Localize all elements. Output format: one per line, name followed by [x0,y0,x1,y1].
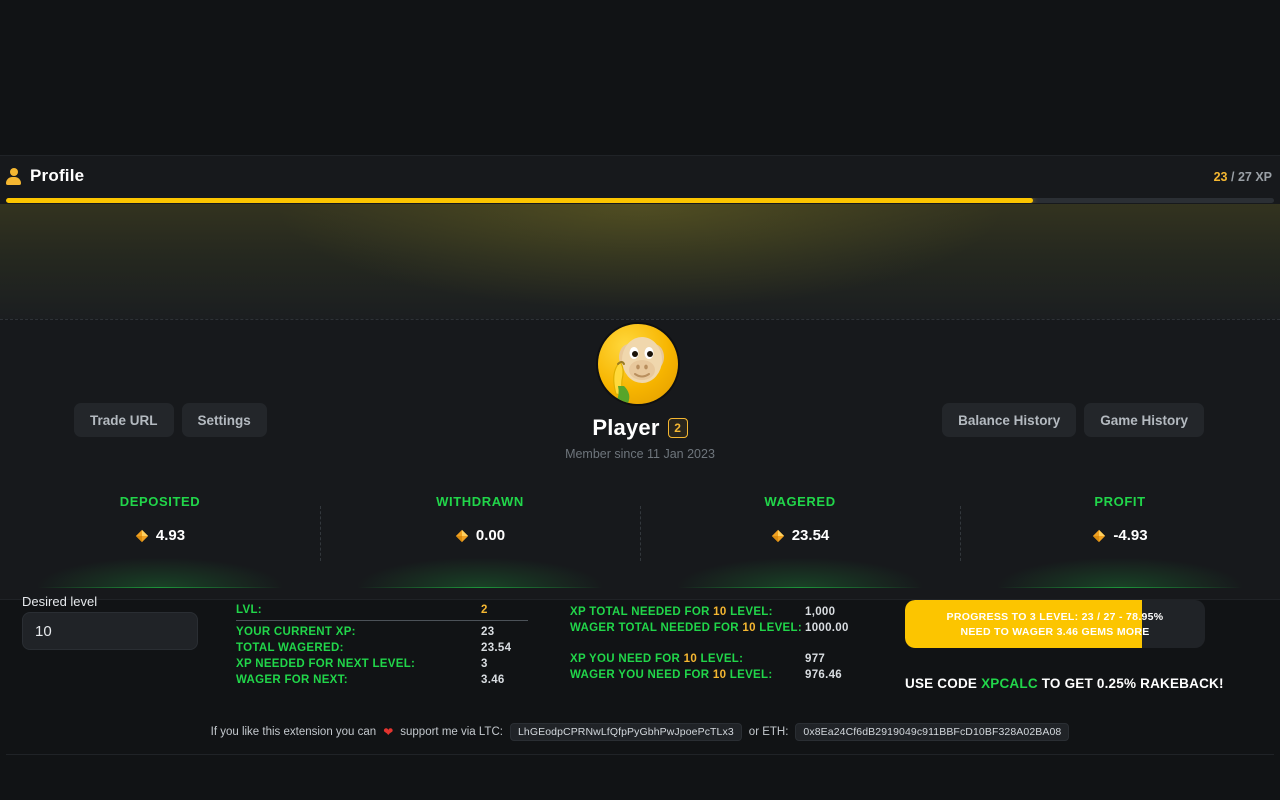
calc-row-wager-you-need: WAGER YOU NEED FOR 10 LEVEL: 976.46 [570,669,880,681]
xp-progress-bar [6,198,1274,203]
profile-left-actions: Trade URL Settings [74,403,267,437]
footer-divider [6,754,1274,755]
monkey-avatar-icon [598,324,678,404]
divider-top [0,319,1280,320]
level-progress-bar: PROGRESS TO 3 LEVEL: 23 / 27 - 78.95% NE… [905,600,1205,648]
level-badge: 2 [667,418,688,438]
xp-separator: / [1227,170,1238,184]
level-progress-fill [905,600,1142,648]
heart-icon: ❤ [383,725,394,739]
stat-label: DEPOSITED [119,494,201,509]
stat-value: 23.54 [771,527,830,544]
eth-label: or ETH: [748,726,789,738]
calc-row-lvl: LVL: 2 [236,604,531,616]
stat-wagered: WAGERED 23.54 [640,486,960,588]
xp-calculator: Desired level LVL: 2 YOUR CURRENT XP: 23… [0,586,1280,701]
calc-value: 1,000 [805,606,836,618]
calc-left-column: LVL: 2 YOUR CURRENT XP: 23 TOTAL WAGERED… [236,604,531,690]
member-since: Member since 11 Jan 2023 [565,447,715,461]
game-history-button[interactable]: Game History [1084,403,1204,437]
calc-value: 1000.00 [805,622,849,634]
calc-row-xp-total-needed: XP TOTAL NEEDED FOR 10 LEVEL: 1,000 [570,606,880,618]
xp-progress-fill [6,198,1034,203]
calc-mid-column: XP TOTAL NEEDED FOR 10 LEVEL: 1,000 WAGE… [570,606,880,685]
calc-row-current-xp: YOUR CURRENT XP: 23 [236,626,531,638]
calc-value: 23 [481,626,495,638]
calc-row-xp-needed-next: XP NEEDED FOR NEXT LEVEL: 3 [236,658,531,670]
avatar[interactable] [598,324,678,404]
rakeback-code: XPCALC [981,676,1038,691]
stats-row: DEPOSITED 4.93 WITHDRAWN 0.00 WAGERED 23… [0,486,1280,588]
rakeback-pre: USE CODE [905,676,982,691]
stat-number: 23.54 [791,527,830,544]
calc-row-total-wagered: TOTAL WAGERED: 23.54 [236,642,531,654]
calc-value: 3.46 [481,674,505,686]
trade-url-button[interactable]: Trade URL [74,403,174,437]
calc-value: 3 [481,658,488,670]
stat-value: -4.93 [1092,527,1148,544]
app-root: Profile 23 / 27 XP Trade URL Settings Ba… [0,0,1280,800]
calc-key: WAGER YOU NEED FOR 10 LEVEL: [570,669,773,681]
calc-value: 23.54 [481,642,512,654]
stat-number: -4.93 [1113,527,1148,544]
calc-rule [236,620,528,621]
calc-spacer [570,638,880,653]
calc-key: TOTAL WAGERED: [236,642,344,654]
donation-footer: If you like this extension you can ❤ sup… [0,721,1280,743]
calc-value: 2 [481,604,488,616]
stat-deposited: DEPOSITED 4.93 [0,486,320,588]
gem-icon [455,529,469,542]
eth-address[interactable]: 0x8Ea24Cf6dB2919049c911BBFcD10BF328A02BA… [795,723,1070,741]
calc-key: XP YOU NEED FOR 10 LEVEL: [570,653,744,665]
calc-key: LVL: [236,604,262,616]
xp-counter: 23 / 27 XP [1214,170,1272,184]
profile-banner [0,204,1280,319]
desired-level-input[interactable] [22,612,198,650]
profile-card-header: Profile 23 / 27 XP [0,156,1280,201]
stat-value: 4.93 [135,527,185,544]
gem-icon [771,529,784,542]
gem-icon [135,529,149,542]
calc-row-xp-you-need: XP YOU NEED FOR 10 LEVEL: 977 [570,653,880,665]
rakeback-message: USE CODE XPCALC TO GET 0.25% RAKEBACK! [905,676,1223,691]
stat-label: WITHDRAWN [436,494,524,509]
stat-glow [38,558,282,588]
stat-glow [678,558,922,588]
calc-key: WAGER TOTAL NEEDED FOR 10 LEVEL: [570,622,802,634]
rakeback-post: TO GET 0.25% RAKEBACK! [1037,676,1224,691]
stat-number: 4.93 [155,527,186,544]
footer-text-before: If you like this extension you can [210,726,377,738]
balance-history-button[interactable]: Balance History [942,403,1077,437]
stat-withdrawn: WITHDRAWN 0.00 [320,486,640,588]
calc-value: 976.46 [805,669,842,681]
stat-label: PROFIT [1094,494,1146,509]
gem-icon [1093,529,1106,542]
footer-text-after: support me via LTC: [400,726,503,738]
stat-glow [998,558,1242,588]
calc-key: YOUR CURRENT XP: [236,626,356,638]
ltc-address[interactable]: LhGEodpCPRNwLfQfpPyGbhPwJpoePcTLx3 [509,723,742,741]
person-icon [6,167,21,185]
profile-right-actions: Balance History Game History [942,403,1204,437]
player-name: Player [592,415,660,440]
stat-label: WAGERED [764,494,836,509]
xp-total: 27 XP [1237,170,1272,184]
calc-key: XP NEEDED FOR NEXT LEVEL: [236,658,416,670]
settings-button[interactable]: Settings [181,403,267,437]
profile-card: Profile 23 / 27 XP Trade URL Settings Ba… [0,155,1280,755]
page-title: Profile [30,166,85,185]
desired-level-block: Desired level [22,594,198,650]
stat-profit: PROFIT -4.93 [960,486,1280,588]
desired-level-label: Desired level [22,594,98,609]
calc-key: XP TOTAL NEEDED FOR 10 LEVEL: [570,606,773,618]
calc-value: 977 [805,653,826,665]
calc-row-wager-next: WAGER FOR NEXT: 3.46 [236,674,531,686]
profile-header-left: Profile [6,166,84,186]
stat-number: 0.00 [475,527,506,544]
stat-glow [358,558,602,588]
calc-row-wager-total-needed: WAGER TOTAL NEEDED FOR 10 LEVEL: 1000.00 [570,622,880,634]
calc-key: WAGER FOR NEXT: [236,674,348,686]
xp-current: 23 [1213,170,1228,184]
stat-value: 0.00 [455,527,505,544]
